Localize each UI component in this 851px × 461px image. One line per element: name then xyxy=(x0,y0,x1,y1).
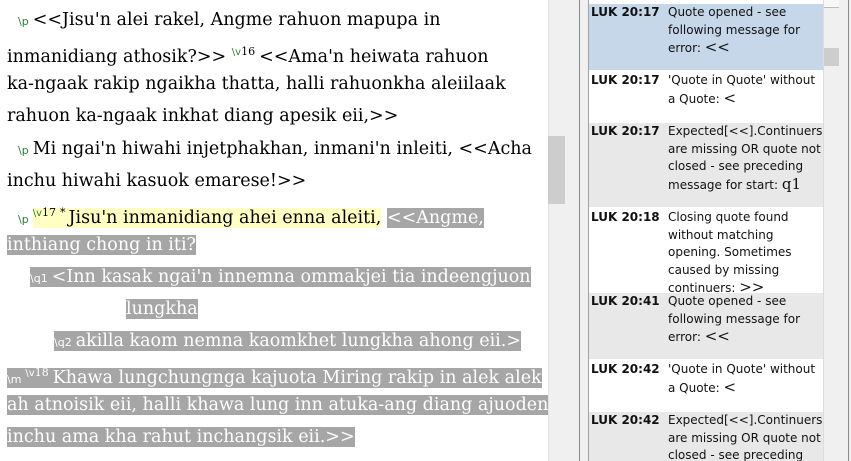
verse-number: 16 xyxy=(241,45,256,58)
message-body: 'Quote in Quote' without a Quote: xyxy=(668,362,819,395)
editor-line[interactable]: inchu ama kha rahut inchangsik eii.>> xyxy=(7,422,355,452)
poetry-marker: \q2 xyxy=(54,336,72,349)
editor-line[interactable]: \m \v18 Khawa lungchungnga kajuota Miring … xyxy=(7,358,542,388)
editor-line[interactable]: ah atnoisik eii, halli khawa lung inn at… xyxy=(7,390,548,420)
message-text: Quote opened - see following message for… xyxy=(668,293,822,347)
scroll-up-arrow-icon[interactable] xyxy=(824,0,839,8)
verse-marker: \v xyxy=(25,368,35,379)
message-reference: LUK 20:42 xyxy=(591,362,660,376)
message-reference: LUK 20:17 xyxy=(591,73,660,87)
messages-panel: LUK 20:17 Quote opened - see following m… xyxy=(579,0,851,461)
line-text: <<Ama'n heiwata rahuon xyxy=(259,46,489,67)
messages-scrollbar-thumb[interactable] xyxy=(824,48,839,66)
message-item[interactable]: LUK 20:42 'Quote in Quote' without a Quo… xyxy=(589,361,823,410)
message-quote: q1 xyxy=(781,174,802,193)
selected-text: <<Angme, xyxy=(386,207,484,228)
message-text: 'Quote in Quote' without a Quote: < xyxy=(668,361,822,397)
editor-line[interactable]: inmanidiang athosik?>> \v16 <<Ama'n heiwa… xyxy=(7,37,489,67)
message-body: 'Quote in Quote' without a Quote: xyxy=(668,73,819,106)
verse-highlight: \v17 * Jisu'n inmanidiang ahei enna aleiti… xyxy=(32,206,382,228)
line-text: <<Jisu'n alei rakel, Angme rahuon mapupa… xyxy=(32,10,441,30)
message-quote: << xyxy=(704,327,730,345)
line-text: akilla kaom nemna kaomkhet lungkha ahong… xyxy=(75,331,521,351)
message-reference: LUK 20:17 xyxy=(591,124,660,138)
splitter[interactable] xyxy=(565,0,579,461)
message-item[interactable]: LUK 20:17 Quote opened - see following m… xyxy=(589,4,823,70)
poetry-marker: \q1 xyxy=(30,272,48,285)
selected-text: ah atnoisik eii, halli khawa lung inn at… xyxy=(7,395,548,415)
message-reference: LUK 20:42 xyxy=(591,413,660,427)
line-text: Jisu'n inmanidiang ahei enna aleiti, xyxy=(68,207,382,228)
message-text: 'Quote in Quote' without a Quote: < xyxy=(668,72,822,108)
messages-list[interactable]: LUK 20:17 Quote opened - see following m… xyxy=(588,0,823,461)
message-text: Closing quote found without matching ope… xyxy=(668,209,822,298)
margin-marker: \m xyxy=(7,372,22,386)
selected-block: \q1 <Inn kasak ngai'n innemna ommakjei ti… xyxy=(30,267,531,287)
message-item[interactable]: LUK 20:17 'Quote in Quote' without a Quo… xyxy=(589,72,823,121)
editor-scrollbar[interactable] xyxy=(548,0,565,461)
editor-line[interactable]: \q1 <Inn kasak ngai'n innemna ommakjei ti… xyxy=(30,262,531,292)
editor-line[interactable]: lungkha xyxy=(126,294,198,324)
verse-number: 17 xyxy=(42,206,56,219)
message-text: Quote opened - see following message for… xyxy=(668,4,822,58)
editor-line[interactable]: \p \v17 * Jisu'n inmanidiang ahei enna alei… xyxy=(18,198,484,228)
message-quote: < xyxy=(723,88,737,107)
verse-marker: \v xyxy=(231,47,242,58)
verse-number: 18 xyxy=(34,366,49,379)
line-text: Khawa lungchungnga kajuota Miring rakip … xyxy=(52,367,542,388)
footnote-asterisk: * xyxy=(60,206,66,219)
message-body: Quote opened - see following message for… xyxy=(668,5,804,55)
messages-scrollbar[interactable] xyxy=(823,0,840,461)
selected-text: inthiang chong in iti? xyxy=(7,235,196,255)
editor-line[interactable]: \q2 akilla kaom nemna kaomkhet lungkha ah… xyxy=(54,326,521,356)
editor-line[interactable]: rahuon ka-ngaak inkhat diang apesik eii,… xyxy=(7,101,398,131)
message-reference: LUK 20:18 xyxy=(591,210,660,224)
message-item[interactable]: LUK 20:42 Expected[<<].Continuers are mi… xyxy=(589,412,823,461)
line-text: <Inn kasak ngai'n innemna ommakjei tia i… xyxy=(51,267,531,287)
line-text: rahuon ka-ngaak inkhat diang apesik eii,… xyxy=(7,106,399,126)
verse-marker: \v xyxy=(32,208,42,219)
message-quote: << xyxy=(704,38,730,56)
selected-block: \m \v18 Khawa lungchungnga kajuota Miring … xyxy=(7,366,542,388)
paragraph-marker: \p xyxy=(18,144,29,157)
paragraph-marker: \p xyxy=(18,212,29,226)
message-quote: < xyxy=(723,377,737,396)
line-text: inchu hiwahi kasuok emarese!>> xyxy=(7,171,307,191)
text-editor[interactable]: \p <<Jisu'n alei rakel, Angme rahuon mapu… xyxy=(0,0,548,461)
message-reference: LUK 20:17 xyxy=(591,5,660,19)
message-item[interactable]: LUK 20:41 Quote opened - see following m… xyxy=(589,293,823,359)
message-body: Expected[<<].Continuers are missing OR q… xyxy=(668,413,823,461)
message-body: Closing quote found without matching ope… xyxy=(668,210,796,295)
selected-block: \q2 akilla kaom nemna kaomkhet lungkha ah… xyxy=(54,331,521,351)
editor-line[interactable]: \p <<Jisu'n alei rakel, Angme rahuon mapu… xyxy=(18,5,440,35)
editor-line[interactable]: inthiang chong in iti? xyxy=(7,230,196,260)
editor-line[interactable]: ka-ngaak rakip ngaikha thatta, halli rah… xyxy=(7,69,506,99)
message-item[interactable]: LUK 20:17 Expected[<<].Continuers are mi… xyxy=(589,123,823,207)
editor-line[interactable]: inchu hiwahi kasuok emarese!>> xyxy=(7,166,306,196)
selected-text: inchu ama kha rahut inchangsik eii.>> xyxy=(7,427,355,447)
line-text: Mi ngai'n hiwahi injetphakhan, inmani'n … xyxy=(32,139,532,159)
message-body: Quote opened - see following message for… xyxy=(668,294,804,344)
message-item[interactable]: LUK 20:18 Closing quote found without ma… xyxy=(589,209,823,296)
message-reference: LUK 20:41 xyxy=(591,294,660,308)
paragraph-marker: \p xyxy=(18,15,29,28)
message-text: Expected[<<].Continuers are missing OR q… xyxy=(668,123,822,194)
editor-line[interactable]: \p Mi ngai'n hiwahi injetphakhan, inmani'… xyxy=(18,134,532,164)
editor-scrollbar-thumb[interactable] xyxy=(548,136,565,204)
message-text: Expected[<<].Continuers are missing OR q… xyxy=(668,412,822,461)
line-text: inmanidiang athosik?>> xyxy=(7,46,227,67)
line-text: ka-ngaak rakip ngaikha thatta, halli rah… xyxy=(7,74,506,94)
selected-text: lungkha xyxy=(126,299,198,319)
